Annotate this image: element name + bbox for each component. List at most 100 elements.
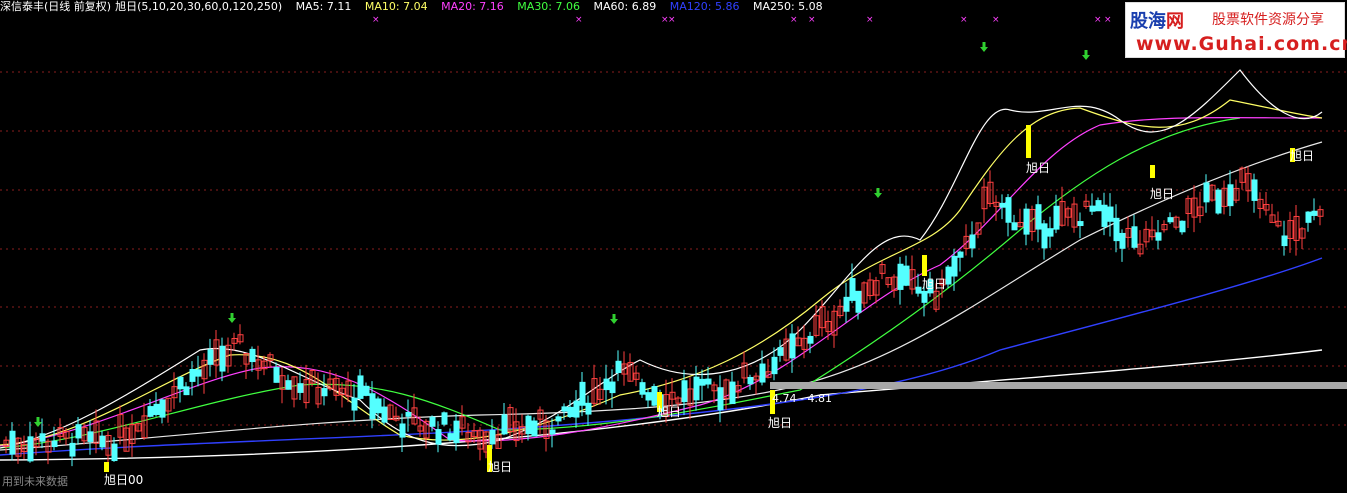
candle-body [849,278,856,301]
candle-body [87,431,94,442]
ma120-label: MA120: 5.86 [669,0,740,13]
candle-body [183,386,190,396]
candle-body [729,381,736,405]
candle-body [1041,223,1048,249]
candle-body [249,348,256,363]
signal-label: 旭日 [768,416,792,430]
candle-body [27,436,34,462]
candle-body [1077,221,1084,227]
magenta-x-icon: × [790,15,798,25]
candle-body [1023,208,1030,235]
candle-body [699,378,706,386]
candle-body [999,202,1006,208]
kline-chart[interactable]: 旭日00旭日旭日旭日旭日旭日旭日旭日4.74 - 4.81× × × × × × × × × × × [0,0,1347,493]
candle-body [1251,179,1258,201]
magenta-x-icon: × [1104,15,1112,25]
candle-body [603,378,610,391]
future-data-note: 用到未来数据 [2,475,68,488]
candle-body [639,382,646,395]
candle-body [1227,184,1234,207]
candle-body [1089,205,1096,212]
candle-body [747,376,754,385]
candle-body [549,429,556,435]
candle-body [777,347,784,356]
candle-body [1155,232,1162,241]
signal-bar [1026,125,1031,158]
magenta-x-icon: × [960,15,968,25]
candle-body [285,380,292,390]
signal-label: 旭日00 [104,473,143,487]
candle-body [897,263,904,290]
watermark-brand-suffix: 网 [1166,11,1184,32]
green-down-arrow-icon [874,188,882,198]
watermark-brand: 股海 [1130,11,1166,32]
ma20-label: MA20: 7.16 [441,0,504,13]
green-down-arrow-icon [228,313,236,323]
candle-body [969,234,976,249]
candle-body [1281,235,1288,247]
signal-label: 旭日 [922,277,946,291]
candle-body [447,433,454,441]
candle-body [363,385,370,396]
candle-body [1107,206,1114,222]
candle-body [453,420,460,444]
signal-bar [1150,165,1155,178]
candle-body [75,424,82,439]
candle-body [1167,217,1174,223]
candle-body [681,380,688,403]
candle-body [195,369,202,377]
watermark-slogan: 股票软件资源分享 [1212,12,1324,28]
candle-body [567,406,574,418]
signal-label: 旭日 [488,460,512,474]
magenta-x-icon: × [992,15,1000,25]
price-range-band [770,382,1347,389]
candle-body [159,399,166,418]
candle-body [531,420,538,437]
candle-body [207,349,214,365]
candle-body [297,383,304,393]
candle-body [1203,182,1210,203]
candle-body [177,376,184,390]
candle-body [489,429,496,445]
candle-body [399,423,406,438]
candle-body [375,398,382,414]
candle-body [51,440,58,448]
candle-body [153,403,160,415]
candle-body [357,375,364,399]
candle-body [189,369,196,382]
candle-body [645,392,652,401]
indicator-title: 旭日(5,10,20,30,60,0,120,250) [115,0,283,13]
ma30-line [0,117,1241,449]
candle-body [405,412,412,417]
candle-body [147,406,154,417]
candle-body [321,388,328,397]
candle-body [957,251,964,258]
candle-body [351,397,358,411]
ma250-label: MA250: 5.08 [752,0,823,13]
candle-body [369,393,376,420]
candle-body [951,255,958,277]
candle-body [1119,232,1126,249]
price-range-label: 4.74 - 4.81 [772,392,832,405]
candle-body [789,333,796,359]
candle-body [273,367,280,383]
signal-bar [922,255,927,276]
magenta-x-icon: × [1094,15,1102,25]
candle-body [1131,226,1138,248]
magenta-x-icon: × [808,15,816,25]
candle-body [501,414,508,435]
candle-body [843,296,850,312]
candle-body [9,430,16,455]
candle-body [585,402,592,415]
candle-body [441,412,448,425]
magenta-x-icon: × [575,15,583,25]
green-down-arrow-icon [980,42,988,52]
chart-header: 深信泰丰(日线 前复权) 旭日(5,10,20,30,60,0,120,250) … [0,0,823,16]
stock-title: 深信泰丰(日线 前复权) [0,0,112,13]
candle-body [945,266,952,285]
signal-label: 旭日 [1026,161,1050,175]
ma60-label: MA60: 6.89 [593,0,657,13]
candle-body [1215,189,1222,214]
candle-body [1101,204,1108,227]
candle-body [915,286,922,294]
